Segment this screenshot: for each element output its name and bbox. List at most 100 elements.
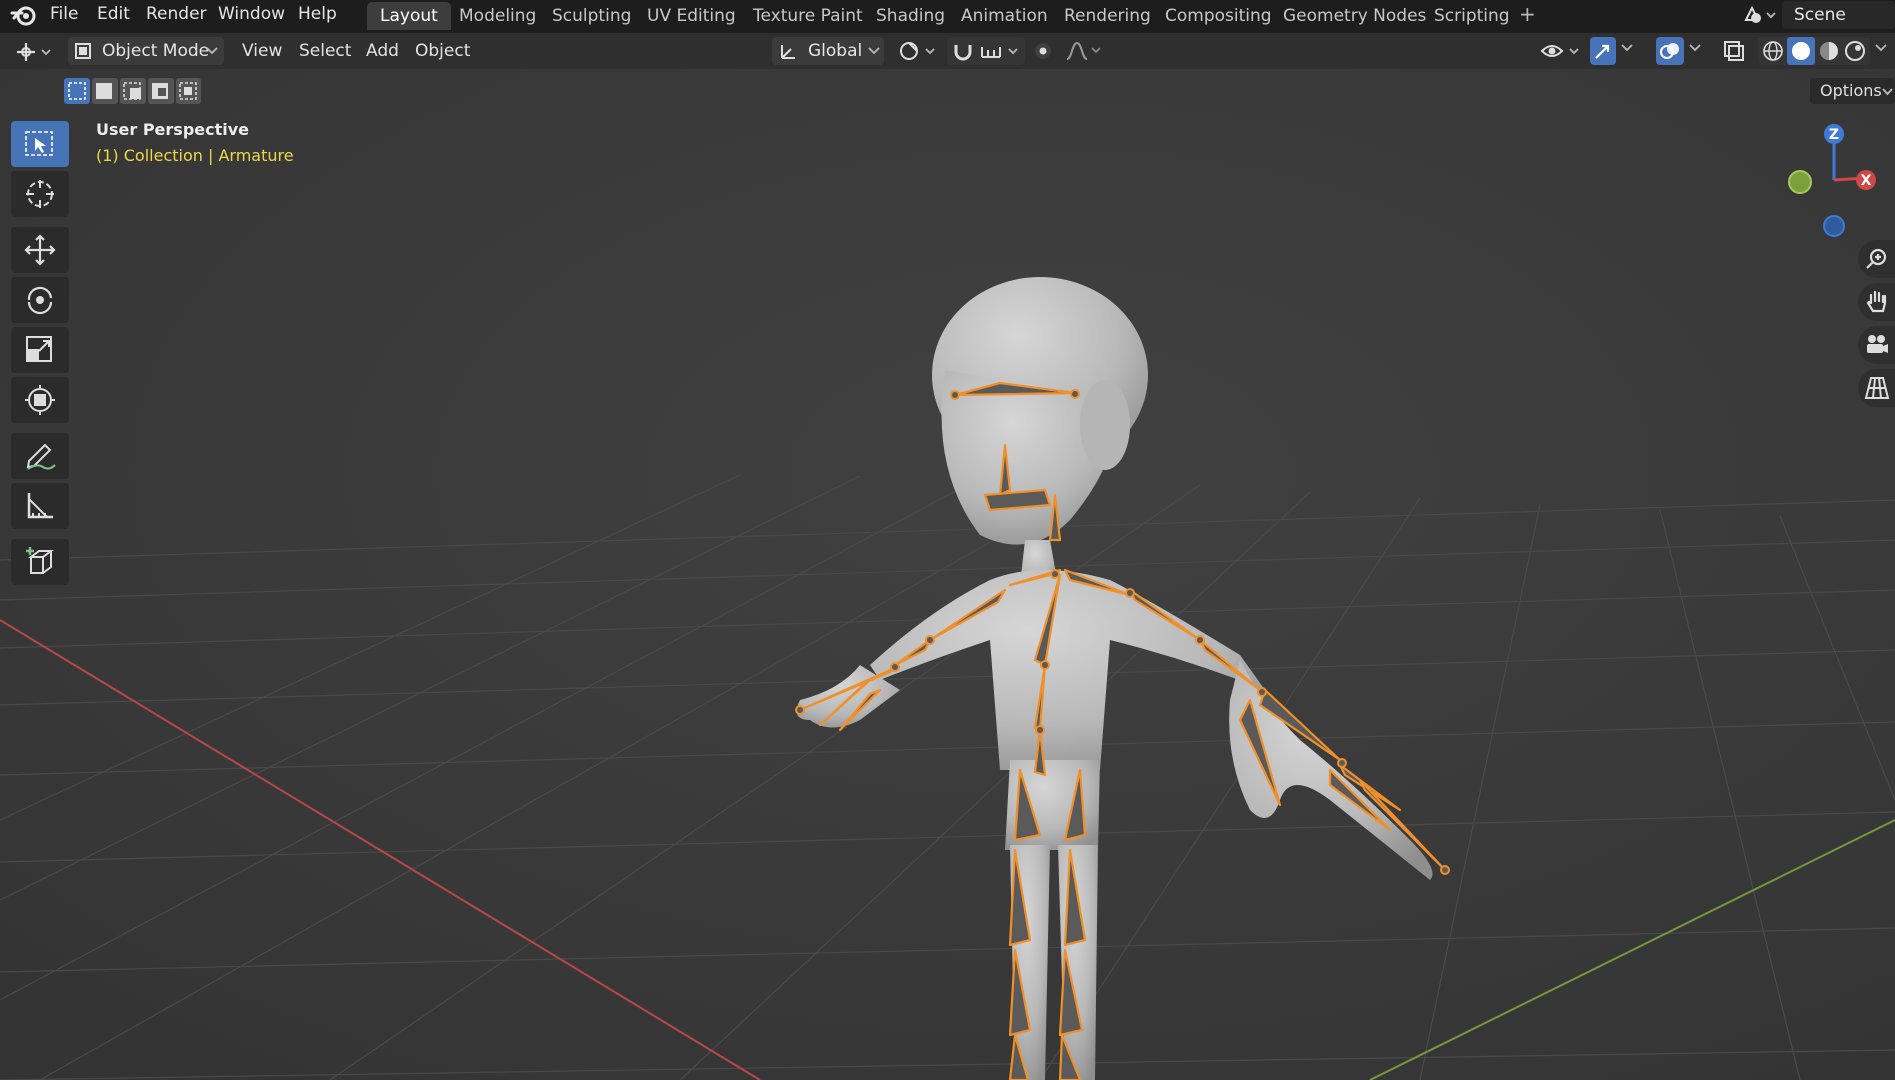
xray-toggle-icon[interactable] [1722, 39, 1746, 63]
menu-select[interactable]: Select [299, 37, 351, 65]
visibility-eye-icon[interactable] [1540, 39, 1584, 63]
tab-uv-editing[interactable]: UV Editing [634, 2, 749, 30]
viewport-perspective-label: User Perspective [96, 120, 250, 139]
menu-object[interactable]: Object [415, 37, 470, 65]
rendered-shading-icon[interactable] [1844, 40, 1866, 62]
zoom-button[interactable] [1858, 240, 1895, 278]
snapping-group[interactable] [947, 37, 1025, 65]
proportional-editing-icon[interactable] [1030, 40, 1058, 62]
cursor-crosshair-icon [26, 180, 54, 208]
tab-animation[interactable]: Animation [948, 2, 1061, 30]
mode-dropdown[interactable]: Object Mode [68, 37, 224, 65]
scene-selector-icon[interactable] [1742, 4, 1778, 26]
tab-scripting[interactable]: Scripting [1421, 2, 1523, 30]
measure-ruler-icon [27, 493, 53, 519]
orientation-axes-icon [781, 45, 795, 59]
gizmo-toggle-button[interactable] [1590, 37, 1616, 65]
menu-file[interactable]: File [50, 0, 78, 28]
scale-icon [26, 336, 52, 362]
tab-sculpting[interactable]: Sculpting [539, 2, 644, 30]
material-preview-icon[interactable] [1818, 40, 1840, 62]
cursor-tool[interactable] [11, 171, 69, 217]
select-box-icon [25, 131, 53, 156]
transform-icon [25, 385, 55, 415]
tab-geometry-nodes[interactable]: Geometry Nodes [1270, 2, 1439, 30]
scene-name-field[interactable]: Scene [1782, 1, 1895, 29]
tab-modeling[interactable]: Modeling [446, 2, 549, 30]
rotate-tool[interactable] [11, 277, 69, 323]
scene-name: Scene [1794, 5, 1846, 25]
solid-shading-button[interactable] [1787, 37, 1815, 65]
menu-window[interactable]: Window [218, 0, 285, 28]
options-dropdown[interactable]: Options [1810, 78, 1895, 104]
transform-orientation-dropdown[interactable]: Global [772, 37, 884, 65]
wireframe-shading-icon[interactable] [1762, 40, 1784, 62]
measure-tool[interactable] [11, 483, 69, 529]
options-label: Options [1820, 81, 1882, 100]
chevron-down-icon [206, 47, 218, 55]
select-subtract-icon[interactable] [120, 78, 146, 104]
editor-type-icon[interactable] [14, 41, 54, 63]
tab-rendering[interactable]: Rendering [1051, 2, 1164, 30]
camera-view-button[interactable] [1858, 326, 1895, 364]
chevron-down-icon[interactable] [1688, 43, 1702, 53]
orientation-label: Global [808, 41, 863, 61]
pan-button[interactable] [1858, 283, 1895, 321]
menu-view[interactable]: View [242, 37, 282, 65]
zoom-magnifier-icon [1866, 248, 1887, 269]
scale-tool[interactable] [11, 327, 69, 373]
orthographic-toggle-button[interactable] [1858, 369, 1895, 407]
navigation-gizmo[interactable]: Z X [1776, 118, 1895, 243]
overlays-icon [1660, 43, 1679, 59]
tab-shading[interactable]: Shading [863, 2, 958, 30]
menu-render[interactable]: Render [146, 0, 207, 28]
gizmo-icon [1595, 44, 1610, 59]
selection-mode-group [64, 78, 201, 104]
viewport-header: Object Mode View Select Add Object Globa… [0, 33, 1895, 69]
chevron-down-icon[interactable] [1620, 43, 1634, 53]
move-tool[interactable] [11, 227, 69, 273]
tab-texture-paint[interactable]: Texture Paint [740, 2, 876, 30]
object-mode-icon [75, 43, 91, 59]
menu-help[interactable]: Help [298, 0, 337, 28]
top-bar: File Edit Render Window Help Layout Mode… [0, 0, 1895, 33]
select-invert-icon[interactable] [148, 78, 174, 104]
perspective-grid-icon [1864, 377, 1890, 399]
snap-magnet-icon[interactable] [951, 41, 975, 61]
pan-hand-icon [1866, 290, 1887, 313]
gizmo-y-axis[interactable] [1788, 170, 1812, 194]
chevron-down-icon [868, 47, 880, 55]
select-extend-icon[interactable] [92, 78, 118, 104]
overlays-toggle-button[interactable] [1656, 37, 1684, 65]
mode-label: Object Mode [102, 41, 210, 61]
add-workspace-button[interactable]: + [1519, 0, 1536, 28]
blender-logo-icon[interactable] [10, 3, 38, 27]
gizmo-negative-z[interactable] [1823, 215, 1845, 237]
chevron-down-icon[interactable] [1874, 43, 1888, 53]
add-cube-tool[interactable] [11, 539, 69, 585]
transform-tool[interactable] [11, 377, 69, 423]
snap-increment-icon[interactable] [979, 41, 1023, 61]
select-box-tool[interactable] [11, 121, 69, 167]
gizmo-x-label: X [1861, 173, 1872, 189]
annotate-pencil-icon [26, 443, 56, 470]
tab-compositing[interactable]: Compositing [1152, 2, 1285, 30]
select-new-icon[interactable] [64, 78, 90, 104]
rotate-icon [27, 286, 53, 315]
annotate-tool[interactable] [11, 433, 69, 479]
falloff-curve-icon[interactable] [1064, 40, 1104, 62]
shading-mode-group [1758, 37, 1870, 65]
solid-shading-icon [1792, 42, 1810, 60]
pivot-point-icon[interactable] [898, 40, 940, 62]
viewport-collection-label: (1) Collection | Armature [96, 146, 294, 165]
gizmo-z-label: Z [1829, 127, 1839, 143]
move-arrows-icon [24, 234, 56, 266]
camera-icon [1867, 335, 1888, 353]
chevron-down-icon [1882, 88, 1893, 96]
add-cube-icon [26, 547, 54, 574]
select-intersect-icon[interactable] [176, 78, 201, 104]
menu-add[interactable]: Add [366, 37, 399, 65]
tab-layout[interactable]: Layout [367, 2, 451, 30]
viewport-canvas[interactable] [0, 69, 1895, 1080]
menu-edit[interactable]: Edit [97, 0, 130, 28]
